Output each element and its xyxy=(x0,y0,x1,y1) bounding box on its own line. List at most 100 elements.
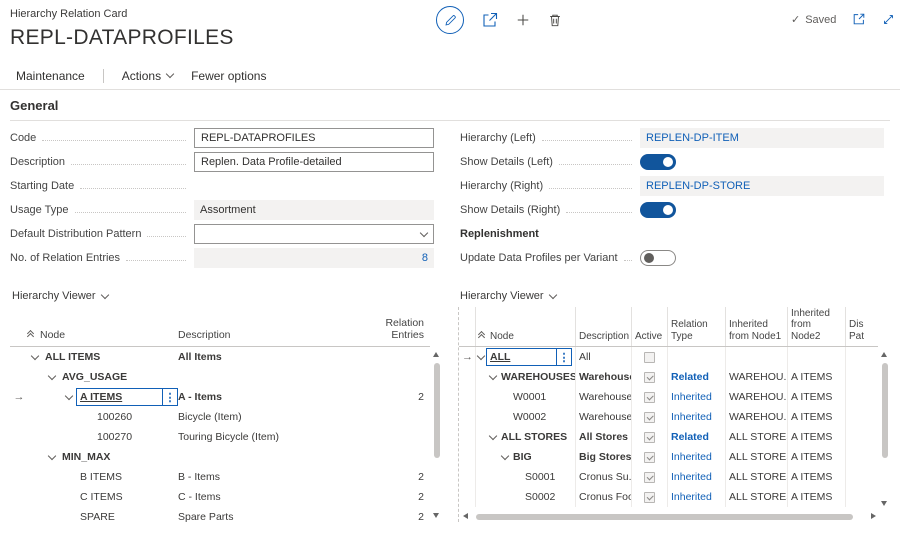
cell-menu-button[interactable]: ⋮ xyxy=(162,389,177,405)
left-panel-title[interactable]: Hierarchy Viewer xyxy=(10,285,442,307)
selected-node-cell[interactable]: A ITEMS ⋮ xyxy=(76,388,178,406)
distribution-pattern-column-header[interactable]: Dis Pat xyxy=(845,307,878,346)
popout-button[interactable] xyxy=(852,12,866,26)
entries-cell[interactable]: 2 xyxy=(358,511,430,522)
relation-type-column-header[interactable]: Relation Type xyxy=(667,307,725,346)
chevron-down-icon[interactable] xyxy=(489,432,497,440)
node-label: WAREHOUSES xyxy=(501,371,575,383)
scrollbar-thumb[interactable] xyxy=(882,363,888,458)
table-row[interactable]: 100270 Touring Bicycle (Item) xyxy=(10,427,430,447)
starting-date-input[interactable] xyxy=(194,176,434,196)
scroll-right-arrow[interactable] xyxy=(871,513,876,519)
right-panel-title[interactable]: Hierarchy Viewer xyxy=(458,285,890,307)
chevron-down-icon[interactable] xyxy=(48,372,56,380)
menu-maintenance[interactable]: Maintenance xyxy=(16,69,85,83)
checkbox-checked[interactable] xyxy=(644,452,655,463)
inherited-node1-column-header[interactable]: Inherited from Node1 xyxy=(725,307,787,346)
chevron-down-icon[interactable] xyxy=(48,452,56,460)
table-row[interactable]: S0002 Cronus Foo... Inherited ALL STORES… xyxy=(459,487,878,507)
code-input[interactable] xyxy=(194,128,434,148)
field-hierarchy-left: Hierarchy (Left) REPLEN-DP-ITEM xyxy=(460,126,884,150)
default-distribution-pattern-select[interactable] xyxy=(194,224,434,244)
collapse-all-icon[interactable] xyxy=(28,331,33,339)
entries-column-header[interactable]: Relation Entries xyxy=(358,317,430,341)
node-column-header[interactable]: Node xyxy=(475,307,575,346)
table-row-selected[interactable]: → ALL ⋮ All xyxy=(459,347,878,367)
description-input[interactable] xyxy=(194,152,434,172)
relation-type-cell[interactable]: Related xyxy=(667,367,725,387)
share-button[interactable] xyxy=(482,12,498,28)
active-column-header[interactable]: Active xyxy=(631,307,667,346)
table-row[interactable]: W0001 Warehouse... Inherited WAREHOU... … xyxy=(459,387,878,407)
show-details-left-toggle[interactable] xyxy=(640,154,676,170)
collapse-all-icon[interactable] xyxy=(479,332,484,340)
checkbox-checked[interactable] xyxy=(644,492,655,503)
node-label: 100270 xyxy=(97,431,132,443)
entries-cell[interactable]: 2 xyxy=(358,391,430,403)
hierarchy-right-value[interactable]: REPLEN-DP-STORE xyxy=(640,176,884,196)
edit-button[interactable] xyxy=(436,6,464,34)
scroll-up-arrow[interactable] xyxy=(881,352,887,357)
inherited-node1-cell: ALL STORES xyxy=(725,427,787,447)
chevron-down-icon[interactable] xyxy=(65,392,73,400)
table-row[interactable]: BIG Big Stores Inherited ALL STORES A IT… xyxy=(459,447,878,467)
scroll-left-arrow[interactable] xyxy=(463,513,468,519)
share-icon xyxy=(482,12,498,28)
table-row[interactable]: SPARE Spare Parts 2 xyxy=(10,507,430,522)
scrollbar-thumb[interactable] xyxy=(476,514,853,520)
checkbox-checked[interactable] xyxy=(644,392,655,403)
chevron-down-icon[interactable] xyxy=(501,452,509,460)
relation-type-cell[interactable]: Inherited xyxy=(667,447,725,467)
chevron-down-icon[interactable] xyxy=(477,352,485,360)
table-row[interactable]: ALL STORES All Stores Related ALL STORES… xyxy=(459,427,878,447)
expand-button[interactable] xyxy=(882,12,895,26)
description-column-header[interactable]: Description xyxy=(575,307,631,346)
relation-type-cell[interactable]: Inherited xyxy=(667,387,725,407)
checkbox-unchecked[interactable] xyxy=(644,352,655,363)
table-row[interactable]: WAREHOUSES Warehouses Related WAREHOU...… xyxy=(459,367,878,387)
menu-actions[interactable]: Actions xyxy=(122,69,173,83)
hierarchy-left-value[interactable]: REPLEN-DP-ITEM xyxy=(640,128,884,148)
table-row[interactable]: ALL ITEMS All Items xyxy=(10,347,430,367)
menu-fewer-options[interactable]: Fewer options xyxy=(191,69,266,83)
show-details-right-toggle[interactable] xyxy=(640,202,676,218)
inherited-node2-column-header[interactable]: Inherited from Node2 xyxy=(787,307,845,346)
scroll-down-arrow[interactable] xyxy=(881,501,887,506)
cell-menu-button[interactable]: ⋮ xyxy=(556,349,571,365)
checkbox-checked[interactable] xyxy=(644,412,655,423)
scroll-up-arrow[interactable] xyxy=(433,352,439,357)
relation-type-cell[interactable]: Inherited xyxy=(667,487,725,507)
checkbox-checked[interactable] xyxy=(644,472,655,483)
relation-type-cell[interactable]: Inherited xyxy=(667,407,725,427)
table-row[interactable]: S0001 Cronus Su... Inherited ALL STORES … xyxy=(459,467,878,487)
chevron-down-icon[interactable] xyxy=(489,372,497,380)
delete-button[interactable] xyxy=(548,13,562,27)
breadcrumb[interactable]: Hierarchy Relation Card xyxy=(10,8,127,20)
entries-cell[interactable]: 2 xyxy=(358,471,430,483)
relation-type-cell[interactable]: Related xyxy=(667,427,725,447)
table-row-selected[interactable]: → A ITEMS ⋮ A - Items 2 xyxy=(10,387,430,407)
table-row[interactable]: B ITEMS B - Items 2 xyxy=(10,467,430,487)
table-row[interactable]: C ITEMS C - Items 2 xyxy=(10,487,430,507)
entries-cell[interactable]: 2 xyxy=(358,491,430,503)
relation-entries-drilldown[interactable]: 8 xyxy=(194,248,434,268)
section-general-header[interactable]: General xyxy=(10,98,58,113)
description-column-header[interactable]: Description xyxy=(178,329,358,341)
update-data-profiles-toggle[interactable] xyxy=(640,250,676,266)
table-row[interactable]: W0002 Warehouse... Inherited WAREHOU... … xyxy=(459,407,878,427)
scroll-down-arrow[interactable] xyxy=(433,513,439,518)
hierarchy-right-link[interactable]: REPLEN-DP-STORE xyxy=(646,180,750,192)
relation-type-cell[interactable]: Inherited xyxy=(667,467,725,487)
hierarchy-left-link[interactable]: REPLEN-DP-ITEM xyxy=(646,132,739,144)
selected-node-cell[interactable]: ALL ⋮ xyxy=(486,348,572,366)
chevron-down-icon[interactable] xyxy=(31,352,39,360)
checkbox-checked[interactable] xyxy=(644,432,655,443)
popout-icon xyxy=(852,12,866,26)
scrollbar-thumb[interactable] xyxy=(434,363,440,458)
node-column-header[interactable]: Node xyxy=(28,329,178,341)
table-row[interactable]: MIN_MAX xyxy=(10,447,430,467)
checkbox-checked[interactable] xyxy=(644,372,655,383)
table-row[interactable]: 100260 Bicycle (Item) xyxy=(10,407,430,427)
table-row[interactable]: AVG_USAGE xyxy=(10,367,430,387)
new-button[interactable] xyxy=(516,13,530,27)
